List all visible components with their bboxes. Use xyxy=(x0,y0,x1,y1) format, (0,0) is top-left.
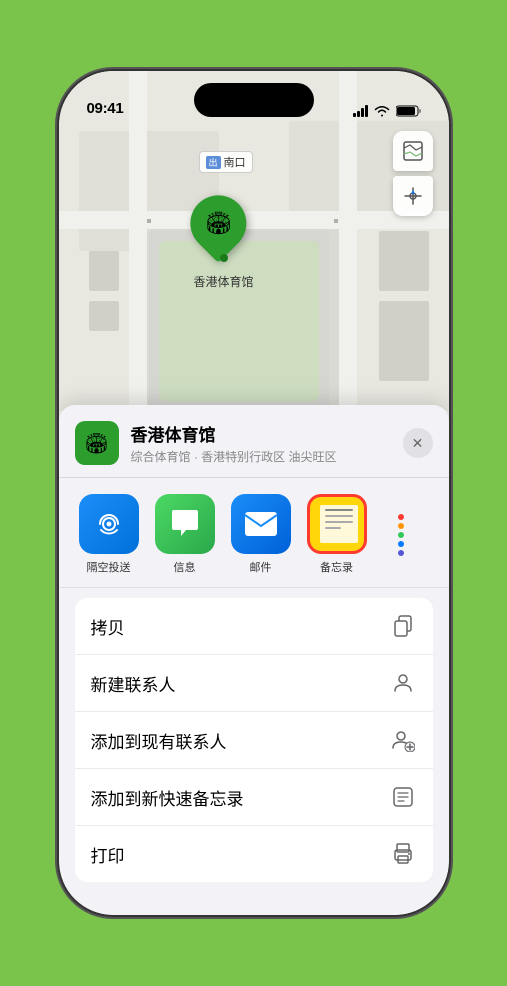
map-btn-group xyxy=(393,131,433,216)
sheet-title: 香港体育馆 xyxy=(131,421,403,446)
pin-label: 香港体育馆 xyxy=(194,273,254,290)
app-item-notes[interactable]: 备忘录 xyxy=(303,494,371,575)
phone-frame: 09:41 xyxy=(59,71,449,915)
mail-icon xyxy=(231,494,291,554)
map-type-icon xyxy=(402,140,424,162)
app-item-mail[interactable]: 邮件 xyxy=(227,494,295,575)
action-copy[interactable]: 拷贝 xyxy=(75,598,433,655)
action-copy-label: 拷贝 xyxy=(91,614,125,639)
airdrop-icon xyxy=(79,494,139,554)
wifi-icon xyxy=(374,105,390,117)
pin-icon: 🏟 xyxy=(204,210,232,236)
mail-svg xyxy=(243,510,279,538)
close-icon: ✕ xyxy=(412,435,424,452)
more-dots xyxy=(398,514,404,556)
person-add-icon xyxy=(389,726,417,754)
phone-screen: 09:41 xyxy=(59,71,449,915)
location-button[interactable] xyxy=(393,176,433,216)
bottom-sheet: 🏟 香港体育馆 综合体育馆 · 香港特别行政区 油尖旺区 ✕ xyxy=(59,405,449,915)
dynamic-island xyxy=(194,83,314,117)
note-icon xyxy=(389,783,417,811)
pin-dot xyxy=(220,254,228,262)
app-item-airdrop[interactable]: 隔空投送 xyxy=(75,494,143,575)
status-icons xyxy=(353,105,421,117)
signal-icon xyxy=(353,105,368,117)
action-add-contact-label: 添加到现有联系人 xyxy=(91,728,227,753)
messages-svg xyxy=(168,508,202,540)
action-add-to-contact[interactable]: 添加到现有联系人 xyxy=(75,712,433,769)
dot-green xyxy=(398,532,404,538)
notes-lines xyxy=(320,505,358,543)
notes-label: 备忘录 xyxy=(320,559,353,575)
airdrop-label: 隔空投送 xyxy=(87,559,131,575)
direction-badge: 出 xyxy=(206,156,221,169)
compass-icon xyxy=(403,186,423,206)
action-new-contact[interactable]: 新建联系人 xyxy=(75,655,433,712)
more-apps-button[interactable] xyxy=(379,505,423,565)
notes-icon xyxy=(307,494,367,554)
sheet-subtitle: 综合体育馆 · 香港特别行政区 油尖旺区 xyxy=(131,448,403,465)
action-print-label: 打印 xyxy=(91,842,125,867)
location-pin: 🏟 香港体育馆 xyxy=(194,201,254,290)
dot-red xyxy=(398,514,404,520)
dot-orange xyxy=(398,523,404,529)
sheet-icon-emoji: 🏟 xyxy=(84,431,109,456)
apps-row: 隔空投送 信息 xyxy=(59,478,449,588)
action-quick-note[interactable]: 添加到新快速备忘录 xyxy=(75,769,433,826)
dot-purple xyxy=(398,550,404,556)
sheet-venue-icon: 🏟 xyxy=(75,421,119,465)
sheet-title-group: 香港体育馆 综合体育馆 · 香港特别行政区 油尖旺区 xyxy=(131,421,403,465)
copy-icon xyxy=(389,612,417,640)
battery-icon xyxy=(396,105,421,117)
action-new-contact-label: 新建联系人 xyxy=(91,671,176,696)
action-list: 拷贝 新建联系人 xyxy=(75,598,433,882)
mail-label: 邮件 xyxy=(250,559,272,575)
status-time: 09:41 xyxy=(87,100,124,117)
person-icon xyxy=(389,669,417,697)
messages-icon xyxy=(155,494,215,554)
print-icon xyxy=(389,840,417,868)
action-quick-note-label: 添加到新快速备忘录 xyxy=(91,785,244,810)
app-item-messages[interactable]: 信息 xyxy=(151,494,219,575)
sheet-close-button[interactable]: ✕ xyxy=(403,428,433,458)
action-print[interactable]: 打印 xyxy=(75,826,433,882)
airdrop-svg xyxy=(93,508,125,540)
map-label-text: 南口 xyxy=(224,154,246,170)
map-type-button[interactable] xyxy=(393,131,433,171)
messages-label: 信息 xyxy=(174,559,196,575)
sheet-header: 🏟 香港体育馆 综合体育馆 · 香港特别行政区 油尖旺区 ✕ xyxy=(59,405,449,478)
map-label-chip: 出 南口 xyxy=(199,151,253,173)
dot-blue xyxy=(398,541,404,547)
